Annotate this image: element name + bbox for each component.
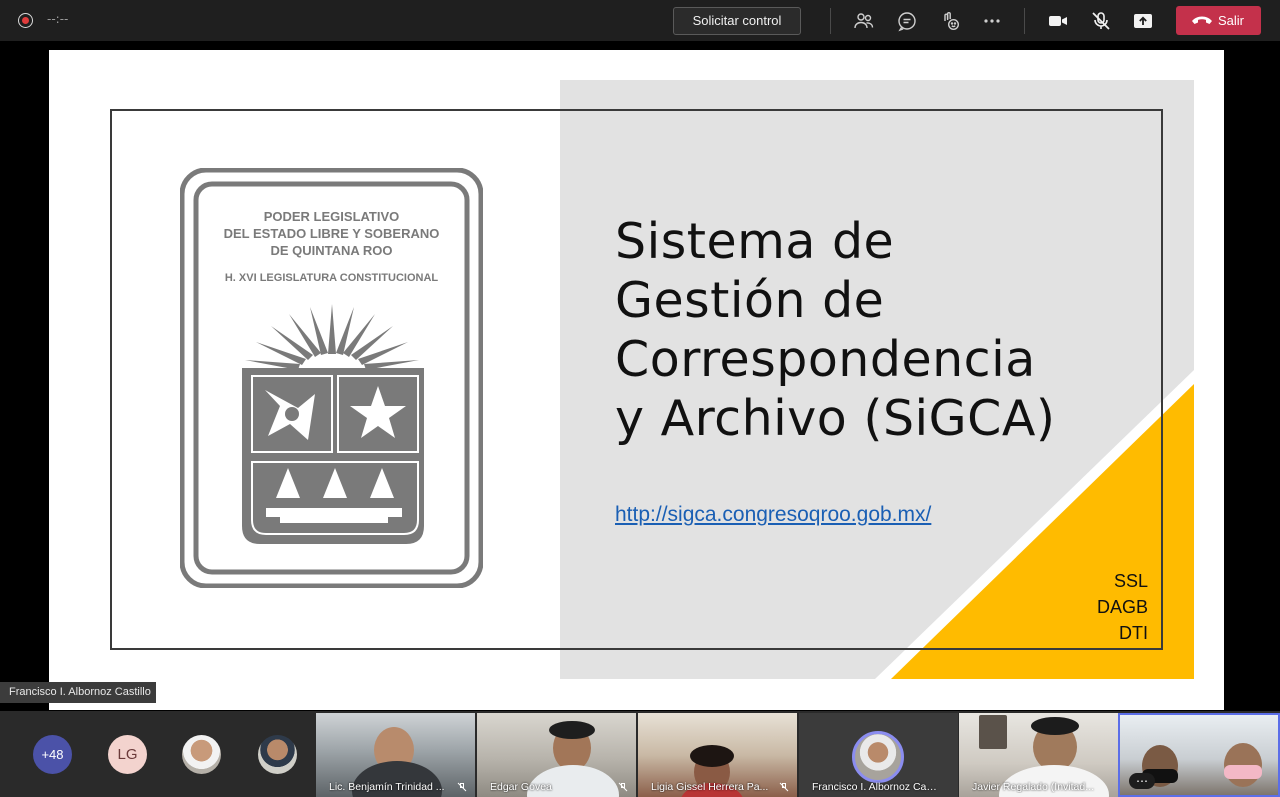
legislature-seal-logo: PODER LEGISLATIVO DEL ESTADO LIBRE Y SOB… xyxy=(179,167,484,589)
slide-department-tags: SSL DAGB DTI xyxy=(1096,571,1148,643)
participant-name: Edgar Govea xyxy=(490,781,552,793)
participants-icon[interactable] xyxy=(852,9,876,33)
participant-name: Francisco I. Albornoz Casti... xyxy=(812,781,942,793)
slide-url-link[interactable]: http://sigca.congresoqroo.gob.mx/ xyxy=(615,503,931,527)
more-participants-button[interactable]: +48 xyxy=(33,735,72,774)
camera-icon[interactable] xyxy=(1046,9,1070,33)
participant-initials-avatar[interactable]: LG xyxy=(108,735,147,774)
participant-video-tile[interactable]: Francisco I. Albornoz Casti... xyxy=(799,713,958,797)
participant-avatar[interactable] xyxy=(182,735,221,774)
toolbar-divider xyxy=(1024,8,1025,34)
mic-muted-icon xyxy=(779,782,789,792)
participant-name: Lic. Benjamín Trinidad ... xyxy=(329,781,445,793)
meeting-toolbar: --:-- Solicitar control Salir xyxy=(0,0,1280,41)
mic-muted-icon xyxy=(457,782,467,792)
recording-indicator-icon xyxy=(18,13,33,28)
more-options-icon[interactable] xyxy=(980,9,1004,33)
meeting-timer: --:-- xyxy=(47,12,69,26)
shared-presentation-slide: PODER LEGISLATIVO DEL ESTADO LIBRE Y SOB… xyxy=(49,50,1224,710)
seal-subtitle: H. XVI LEGISLATURA CONSTITUCIONAL xyxy=(224,272,439,284)
request-control-button[interactable]: Solicitar control xyxy=(673,7,801,35)
participant-avatar xyxy=(852,731,904,783)
participant-video-tile[interactable]: Ligia Gissel Herrera Pa... xyxy=(638,713,797,797)
participant-video-tile[interactable]: Edgar Govea xyxy=(477,713,636,797)
seal-heading: PODER LEGISLATIVO DEL ESTADO LIBRE Y SOB… xyxy=(223,209,440,258)
participant-video-tile[interactable]: Javier Regalado (Invitad... xyxy=(959,713,1118,797)
more-options-icon[interactable]: … xyxy=(1129,772,1155,789)
chat-icon[interactable] xyxy=(895,9,919,33)
presenter-name-label: Francisco I. Albornoz Castillo xyxy=(0,682,156,703)
participant-name: Javier Regalado (Invitad... xyxy=(972,781,1094,793)
leave-label: Salir xyxy=(1218,13,1245,28)
mic-muted-icon[interactable] xyxy=(1089,9,1113,33)
participant-name: Ligia Gissel Herrera Pa... xyxy=(651,781,769,793)
participant-avatar[interactable] xyxy=(258,735,297,774)
slide-title: Sistema de Gestión de Correspondencia y … xyxy=(615,213,1056,447)
participant-video-tile[interactable]: Lic. Benjamín Trinidad ... xyxy=(316,713,475,797)
participant-video-tile-active[interactable]: … xyxy=(1118,713,1280,797)
share-icon[interactable] xyxy=(1131,9,1155,33)
participants-strip: +48 LG Lic. Benjamín Trinidad ... Edgar … xyxy=(0,711,1280,797)
hangup-icon xyxy=(1192,16,1212,24)
reactions-icon[interactable] xyxy=(938,9,962,33)
toolbar-divider xyxy=(830,8,831,34)
leave-button[interactable]: Salir xyxy=(1176,6,1261,35)
mic-muted-icon xyxy=(618,782,628,792)
